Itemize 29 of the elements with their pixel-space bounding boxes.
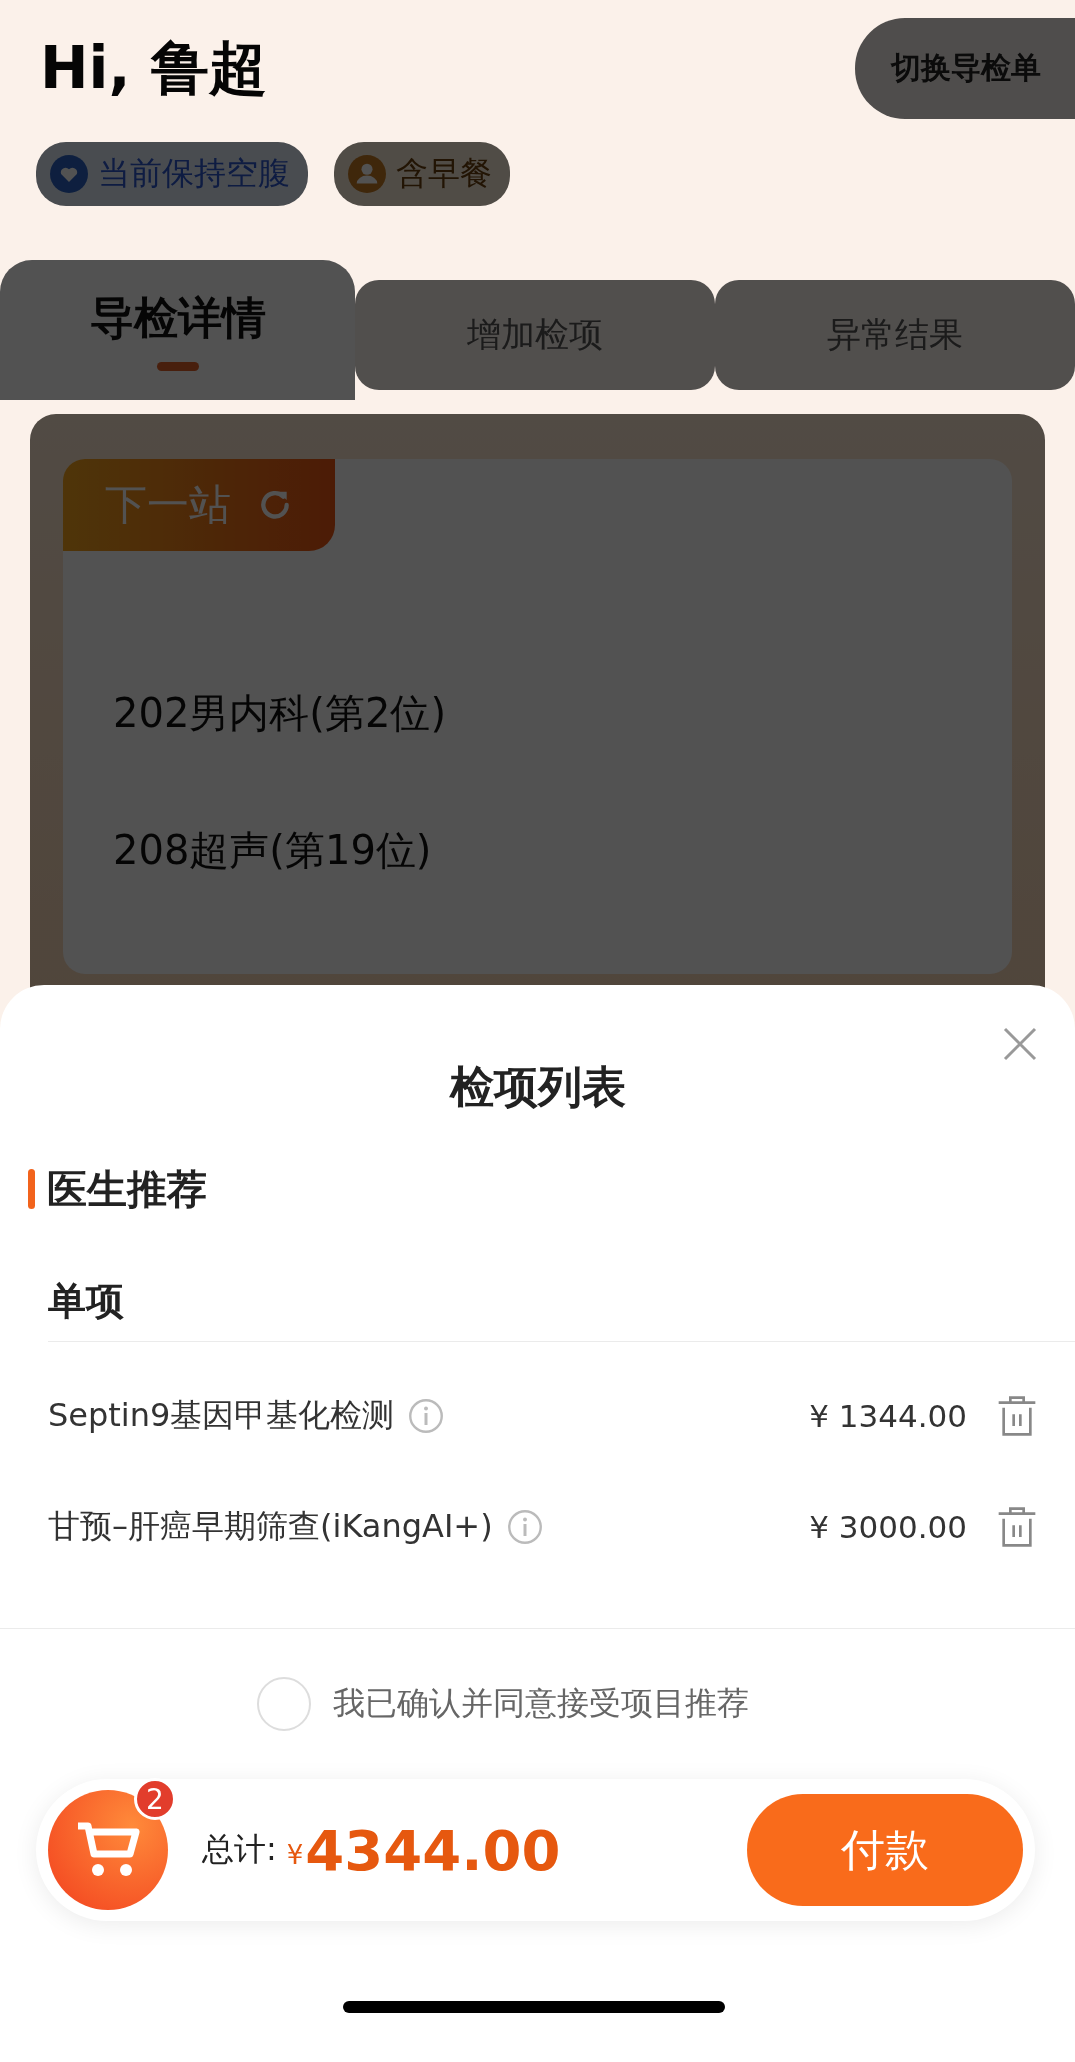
status-tag: 含早餐 xyxy=(334,142,510,206)
greeting-title: Hi, 鲁超 xyxy=(40,33,267,104)
pay-button[interactable]: 付款 xyxy=(747,1794,1023,1906)
cart-count-badge: 2 xyxy=(134,1778,176,1820)
total-amount: 4344.00 xyxy=(305,1817,561,1883)
station-item: 202男内科(第2位) xyxy=(113,689,447,738)
station-item: 208超声(第19位) xyxy=(113,826,433,875)
item-name: Septin9基因甲基化检测 xyxy=(48,1394,395,1436)
close-icon[interactable] xyxy=(1001,1025,1039,1063)
section-heading: 医生推荐 xyxy=(47,1164,207,1214)
switch-order-button[interactable]: 切换导检单 xyxy=(855,18,1075,119)
accent-bar xyxy=(28,1169,35,1209)
next-station-ribbon: 下一站 xyxy=(63,459,335,551)
person-icon xyxy=(348,155,386,193)
status-tag: 当前保持空腹 xyxy=(36,142,308,206)
item-price: ¥ 1344.00 xyxy=(809,1397,967,1434)
item-name: 甘预–肝癌早期筛查(iKangAI+) xyxy=(48,1505,493,1547)
group-heading: 单项 xyxy=(48,1278,125,1325)
agreement-label: 我已确认并同意接受项目推荐 xyxy=(332,1683,749,1724)
agreement-checkbox[interactable] xyxy=(256,1677,311,1731)
trash-icon[interactable] xyxy=(997,1504,1037,1549)
sheet-title: 检项列表 xyxy=(449,1060,626,1114)
info-icon[interactable] xyxy=(408,1397,445,1434)
total-label: 总计: xyxy=(202,1829,277,1870)
info-icon[interactable] xyxy=(506,1508,543,1545)
tab[interactable]: 导检详情 xyxy=(0,260,355,400)
item-price: ¥ 3000.00 xyxy=(809,1508,967,1545)
currency-symbol: ¥ xyxy=(286,1839,304,1870)
trash-icon[interactable] xyxy=(997,1393,1037,1438)
